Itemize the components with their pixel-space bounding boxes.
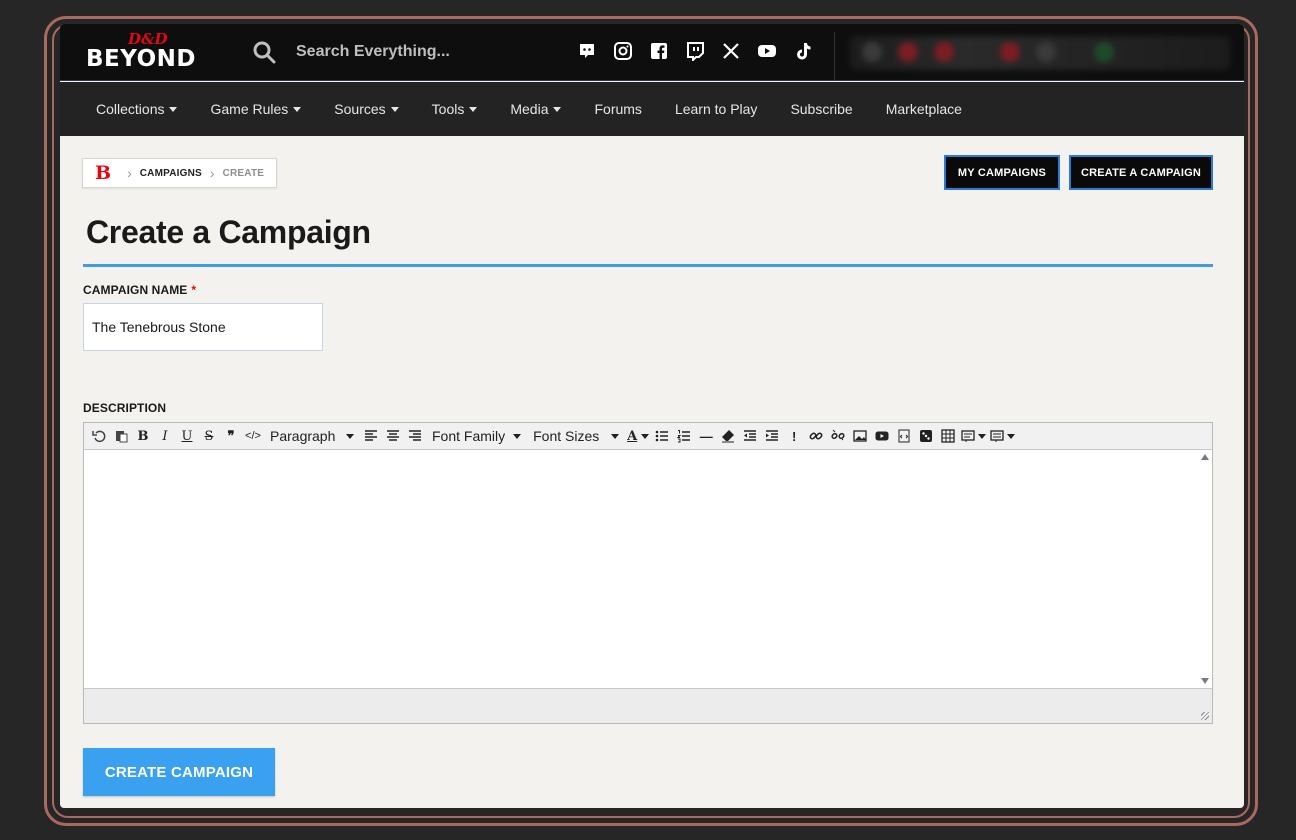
- description-editor: B I U S ❞ </> Paragraph Font Family Font…: [83, 422, 1213, 724]
- twitch-icon[interactable]: [684, 40, 706, 62]
- italic-button[interactable]: I: [154, 425, 176, 447]
- bold-button[interactable]: B: [132, 425, 154, 447]
- top-bar: D&D BEYOND: [60, 24, 1244, 81]
- breadcrumb-chevron-icon: ›: [127, 165, 132, 181]
- nav-media[interactable]: Media: [498, 101, 567, 117]
- numbered-list-icon[interactable]: [673, 425, 695, 447]
- topbar-divider: [834, 32, 835, 80]
- editor-statusbar: [84, 688, 1212, 723]
- create-campaign-button[interactable]: CREATE CAMPAIGN: [83, 748, 275, 796]
- site-logo[interactable]: D&D BEYOND: [84, 30, 208, 74]
- user-area-blurred[interactable]: [850, 36, 1230, 70]
- title-divider: [83, 264, 1213, 267]
- youtube-icon[interactable]: [756, 40, 778, 62]
- snippet-icon[interactable]: [988, 425, 1017, 447]
- nav-learn-to-play[interactable]: Learn to Play: [663, 101, 764, 117]
- chevron-down-icon: [169, 106, 178, 112]
- font-sizes-select[interactable]: Font Sizes: [527, 428, 625, 444]
- chevron-down-icon: [1007, 433, 1016, 439]
- eraser-icon[interactable]: [717, 425, 739, 447]
- paste-icon[interactable]: [110, 425, 132, 447]
- link-icon[interactable]: [805, 425, 827, 447]
- indent-icon[interactable]: [761, 425, 783, 447]
- underline-button[interactable]: U: [176, 425, 198, 447]
- chevron-down-icon: [641, 433, 650, 439]
- undo-icon[interactable]: [88, 425, 110, 447]
- font-family-select[interactable]: Font Family: [426, 428, 527, 444]
- chevron-down-icon: [346, 433, 354, 439]
- quote-button[interactable]: ❞: [220, 425, 242, 447]
- unlink-icon[interactable]: [827, 425, 849, 447]
- editor-toolbar: B I U S ❞ </> Paragraph Font Family Font…: [84, 423, 1212, 450]
- search-icon[interactable]: [252, 40, 278, 66]
- editor-content-area[interactable]: [84, 450, 1212, 688]
- nav-forums[interactable]: Forums: [582, 101, 647, 117]
- main-nav: Collections Game Rules Sources Tools Med…: [60, 82, 1244, 136]
- nav-game-rules[interactable]: Game Rules: [198, 101, 307, 117]
- scroll-down-icon[interactable]: [1201, 678, 1209, 684]
- chevron-down-icon: [513, 433, 522, 439]
- campaign-name-input[interactable]: [83, 303, 323, 351]
- align-right-icon[interactable]: [404, 425, 426, 447]
- breadcrumb-home-logo[interactable]: B: [95, 162, 111, 184]
- discord-icon[interactable]: [576, 40, 598, 62]
- video-icon[interactable]: [871, 425, 893, 447]
- create-a-campaign-button[interactable]: CREATE A CAMPAIGN: [1069, 155, 1213, 190]
- chevron-down-icon: [611, 433, 620, 439]
- breadcrumb-chevron-icon: ›: [209, 165, 215, 181]
- breadcrumb-campaigns-link[interactable]: CAMPAIGNS: [140, 168, 202, 179]
- my-campaigns-button[interactable]: MY CAMPAIGNS: [944, 155, 1060, 190]
- bullet-list-icon[interactable]: [651, 425, 673, 447]
- dice-icon[interactable]: [915, 425, 937, 447]
- chevron-down-icon: [390, 106, 399, 112]
- chevron-down-icon: [978, 433, 987, 439]
- page-title: Create a Campaign: [86, 214, 371, 250]
- image-icon[interactable]: [849, 425, 871, 447]
- font-color-button[interactable]: A: [625, 425, 651, 447]
- nav-marketplace[interactable]: Marketplace: [874, 101, 968, 117]
- embed-icon[interactable]: [893, 425, 915, 447]
- description-label: DESCRIPTION: [83, 401, 167, 415]
- tiktok-icon[interactable]: [792, 40, 814, 62]
- align-center-icon[interactable]: [382, 425, 404, 447]
- alert-button[interactable]: !: [783, 425, 805, 447]
- resize-grip-icon[interactable]: [1201, 712, 1209, 720]
- social-links: [576, 40, 814, 62]
- paragraph-format-select[interactable]: Paragraph: [264, 428, 360, 444]
- align-left-icon[interactable]: [360, 425, 382, 447]
- nav-subscribe[interactable]: Subscribe: [778, 101, 858, 117]
- chevron-down-icon: [469, 106, 478, 112]
- x-icon[interactable]: [720, 40, 742, 62]
- chevron-down-icon: [553, 106, 562, 112]
- nav-collections[interactable]: Collections: [84, 101, 183, 117]
- scroll-up-icon[interactable]: [1201, 454, 1209, 460]
- template-icon[interactable]: [959, 425, 988, 447]
- strikethrough-button[interactable]: S: [198, 425, 220, 447]
- nav-tools[interactable]: Tools: [420, 101, 484, 117]
- required-marker: *: [191, 283, 197, 297]
- horizontal-rule-button[interactable]: —: [695, 425, 717, 447]
- breadcrumb-current: CREATE: [222, 167, 265, 179]
- table-icon[interactable]: [937, 425, 959, 447]
- app-window: D&D BEYOND Search Everything... Collecti…: [60, 24, 1244, 808]
- chevron-down-icon: [293, 106, 302, 112]
- nav-sources[interactable]: Sources: [322, 101, 404, 117]
- logo-beyond-text: BEYOND: [86, 46, 196, 72]
- facebook-icon[interactable]: [648, 40, 670, 62]
- breadcrumb: B › CAMPAIGNS › CREATE: [82, 158, 278, 188]
- instagram-icon[interactable]: [612, 40, 634, 62]
- search-input[interactable]: [296, 36, 566, 68]
- campaign-name-label: CAMPAIGN NAME *: [83, 283, 197, 297]
- editor-scrollbar[interactable]: [1198, 450, 1212, 688]
- code-button[interactable]: </>: [242, 425, 264, 447]
- outdent-icon[interactable]: [739, 425, 761, 447]
